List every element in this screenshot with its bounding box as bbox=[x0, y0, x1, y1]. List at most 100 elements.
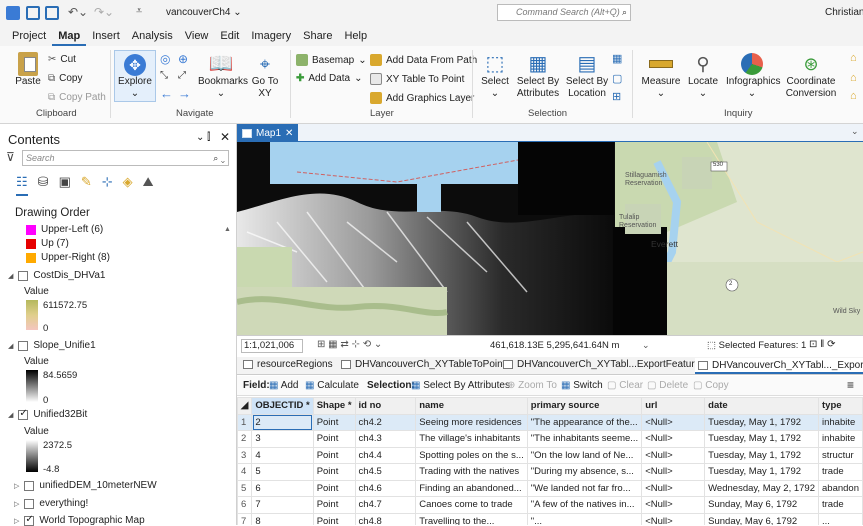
project-name-dropdown[interactable]: vancouverCh4 ⌄ bbox=[166, 7, 242, 18]
table-row[interactable]: 6 7 Point ch4.7 Canoes come to trade "A few o… bbox=[237, 496, 863, 514]
table-cell[interactable]: Sunday, May 6, 1792 bbox=[704, 512, 819, 525]
collapse-arrow-icon[interactable]: ▷ bbox=[14, 517, 19, 525]
tab-help[interactable]: Help bbox=[338, 26, 373, 46]
table-cell[interactable]: <Null> bbox=[641, 430, 706, 448]
table-row[interactable]: 3 4 Point ch4.4 Spotting poles on the s... "O… bbox=[237, 446, 863, 464]
copy-button[interactable]: ⧉ Copy bbox=[48, 73, 83, 84]
tab-analysis[interactable]: Analysis bbox=[126, 26, 179, 46]
table-cell[interactable]: ch4.7 bbox=[354, 496, 417, 514]
table-cell[interactable]: 4 bbox=[251, 446, 314, 464]
go-to-xy-button[interactable]: ⌖ Go To XY bbox=[250, 52, 280, 100]
close-icon[interactable]: ✕ bbox=[285, 128, 293, 139]
add-data-button[interactable]: ✚ Add Data ⌄ bbox=[296, 73, 362, 84]
table-cell[interactable]: 3 bbox=[251, 430, 314, 448]
overflow-icon[interactable]: ⌂ bbox=[850, 72, 857, 84]
column-header[interactable]: primary source bbox=[526, 397, 643, 415]
table-cell[interactable]: <Null> bbox=[641, 413, 706, 431]
refresh-icon[interactable]: ⊡ ‖ ⟳ bbox=[809, 339, 835, 350]
xy-table-to-point-button[interactable]: XY Table To Point bbox=[370, 73, 464, 85]
list-by-snapping-icon[interactable]: ⊹ bbox=[102, 174, 113, 196]
table-cell[interactable]: trade bbox=[818, 463, 863, 481]
coordinate-format-icon[interactable]: ⌄ bbox=[642, 340, 650, 351]
table-cell[interactable]: 8 bbox=[251, 512, 314, 525]
add-field-button[interactable]: ▦ Add bbox=[269, 380, 298, 391]
tab-resource-regions[interactable]: resourceRegions bbox=[243, 359, 333, 370]
table-cell[interactable]: Tuesday, May 1, 1792 bbox=[704, 430, 819, 448]
table-cell[interactable]: ch4.2 bbox=[354, 413, 417, 431]
layer-item-everything[interactable]: ▷ everything! bbox=[14, 498, 88, 509]
basemap-button[interactable]: Basemap ⌄ bbox=[296, 54, 367, 66]
table-cell[interactable]: ch4.5 bbox=[354, 463, 417, 481]
layer-item-slope[interactable]: ◢ Slope_Unifie1 bbox=[8, 340, 96, 351]
user-name[interactable]: Christian bbox=[825, 7, 863, 18]
customize-qat-icon[interactable]: ⩡ bbox=[136, 5, 142, 18]
scale-input[interactable]: 1:1,021,006 ⌄ bbox=[241, 339, 303, 363]
back-arrow-icon[interactable]: ← bbox=[160, 86, 173, 101]
layer-item-unified32bit[interactable]: ◢ Unified32Bit bbox=[8, 408, 87, 421]
map-view[interactable]: Stillaguamish Reservation Tulalip Reserv… bbox=[237, 142, 863, 335]
command-search-input[interactable]: Command Search (Alt+Q) ⌕ bbox=[497, 4, 631, 21]
globe-icon[interactable]: ⊕ bbox=[178, 52, 188, 66]
table-cell[interactable]: Tuesday, May 1, 1792 bbox=[704, 463, 819, 481]
explore-button[interactable]: ✥ Explore ⌄ bbox=[114, 50, 156, 102]
table-row[interactable]: 7 8 Point ch4.8 Travelling to the... "... <Nul… bbox=[237, 512, 863, 525]
tab-edit[interactable]: Edit bbox=[214, 26, 245, 46]
table-cell[interactable]: abandon bbox=[818, 479, 863, 497]
select-by-location-button[interactable]: ▤ Select By Location bbox=[564, 52, 610, 100]
list-by-source-icon[interactable]: ⛁ bbox=[38, 174, 49, 196]
pane-options-icon[interactable]: ⌄ ⫿ bbox=[196, 132, 210, 143]
table-cell[interactable]: structur bbox=[818, 446, 863, 464]
collapse-arrow-icon[interactable]: ▷ bbox=[14, 482, 19, 490]
scroll-up-icon[interactable]: ▲ bbox=[224, 226, 231, 233]
table-cell[interactable]: ch4.8 bbox=[354, 512, 417, 525]
switch-button[interactable]: ▦ Switch bbox=[561, 380, 603, 391]
table-cell[interactable]: Seeing more residences bbox=[415, 413, 528, 431]
column-header[interactable]: OBJECTID * bbox=[251, 397, 314, 415]
tab-imagery[interactable]: Imagery bbox=[245, 26, 297, 46]
table-cell[interactable]: "The appearance of the... bbox=[526, 413, 643, 431]
table-cell[interactable]: Trading with the natives bbox=[415, 463, 528, 481]
table-cell[interactable]: trade bbox=[818, 496, 863, 514]
layer-visibility-checkbox[interactable] bbox=[18, 270, 29, 281]
calculate-button[interactable]: ▦ Calculate bbox=[305, 380, 359, 391]
table-cell[interactable]: ch4.3 bbox=[354, 430, 417, 448]
copy-path-button[interactable]: ⧉ Copy Path bbox=[48, 92, 106, 103]
table-cell[interactable]: ch4.6 bbox=[354, 479, 417, 497]
table-cell[interactable]: The village's inhabitants bbox=[415, 430, 528, 448]
table-row[interactable]: 4 5 Point ch4.5 Trading with the natives "Dur… bbox=[237, 463, 863, 481]
table-cell[interactable]: 5 bbox=[251, 463, 314, 481]
table-cell[interactable]: "... bbox=[526, 512, 643, 525]
overflow-icon[interactable]: ⌂ bbox=[850, 52, 857, 64]
column-header[interactable]: name bbox=[415, 397, 528, 415]
table-cell[interactable]: Sunday, May 6, 1792 bbox=[704, 496, 819, 514]
table-cell[interactable]: Canoes come to trade bbox=[415, 496, 528, 514]
list-by-drawing-order-icon[interactable]: ☷ bbox=[16, 174, 28, 196]
table-cell[interactable]: Point bbox=[312, 496, 356, 514]
list-by-perspective-icon[interactable]: ⛰ bbox=[143, 174, 154, 196]
layer-visibility-checkbox[interactable] bbox=[24, 480, 35, 491]
list-by-selection-icon[interactable]: ▣ bbox=[59, 174, 71, 196]
tab-export-feat[interactable]: DHVancouverCh_XYTabl..._ExportFeat bbox=[695, 358, 863, 374]
forward-arrow-icon[interactable]: → bbox=[178, 86, 191, 101]
list-by-labeling-icon[interactable]: ◈ bbox=[123, 174, 133, 196]
tab-insert[interactable]: Insert bbox=[86, 26, 126, 46]
expand-arrow-icon[interactable]: ◢ bbox=[8, 272, 13, 280]
table-cell[interactable]: <Null> bbox=[641, 479, 706, 497]
column-header[interactable]: type bbox=[818, 397, 863, 415]
overflow-icon[interactable]: ⌂ bbox=[850, 90, 857, 102]
open-icon[interactable] bbox=[45, 6, 59, 20]
undo-icon[interactable]: ↶⌄ bbox=[68, 5, 88, 19]
delete-button[interactable]: ▢ Delete bbox=[647, 380, 688, 391]
clear-selection-icon[interactable]: ▢ bbox=[612, 72, 622, 85]
attributes-icon[interactable]: ▦ bbox=[612, 52, 622, 65]
table-cell[interactable]: Point bbox=[312, 463, 356, 481]
table-cell[interactable]: Spotting poles on the s... bbox=[415, 446, 528, 464]
map-canvas[interactable] bbox=[237, 142, 863, 335]
table-cell[interactable]: ... bbox=[818, 512, 863, 525]
tab-view[interactable]: View bbox=[179, 26, 215, 46]
table-cell[interactable]: Point bbox=[312, 430, 356, 448]
layer-visibility-checkbox[interactable] bbox=[24, 514, 35, 526]
close-icon[interactable]: ✕ bbox=[220, 130, 230, 144]
zoom-to-button[interactable]: ⊕ Zoom To bbox=[507, 380, 557, 391]
list-by-editing-icon[interactable]: ✎ bbox=[81, 174, 92, 196]
